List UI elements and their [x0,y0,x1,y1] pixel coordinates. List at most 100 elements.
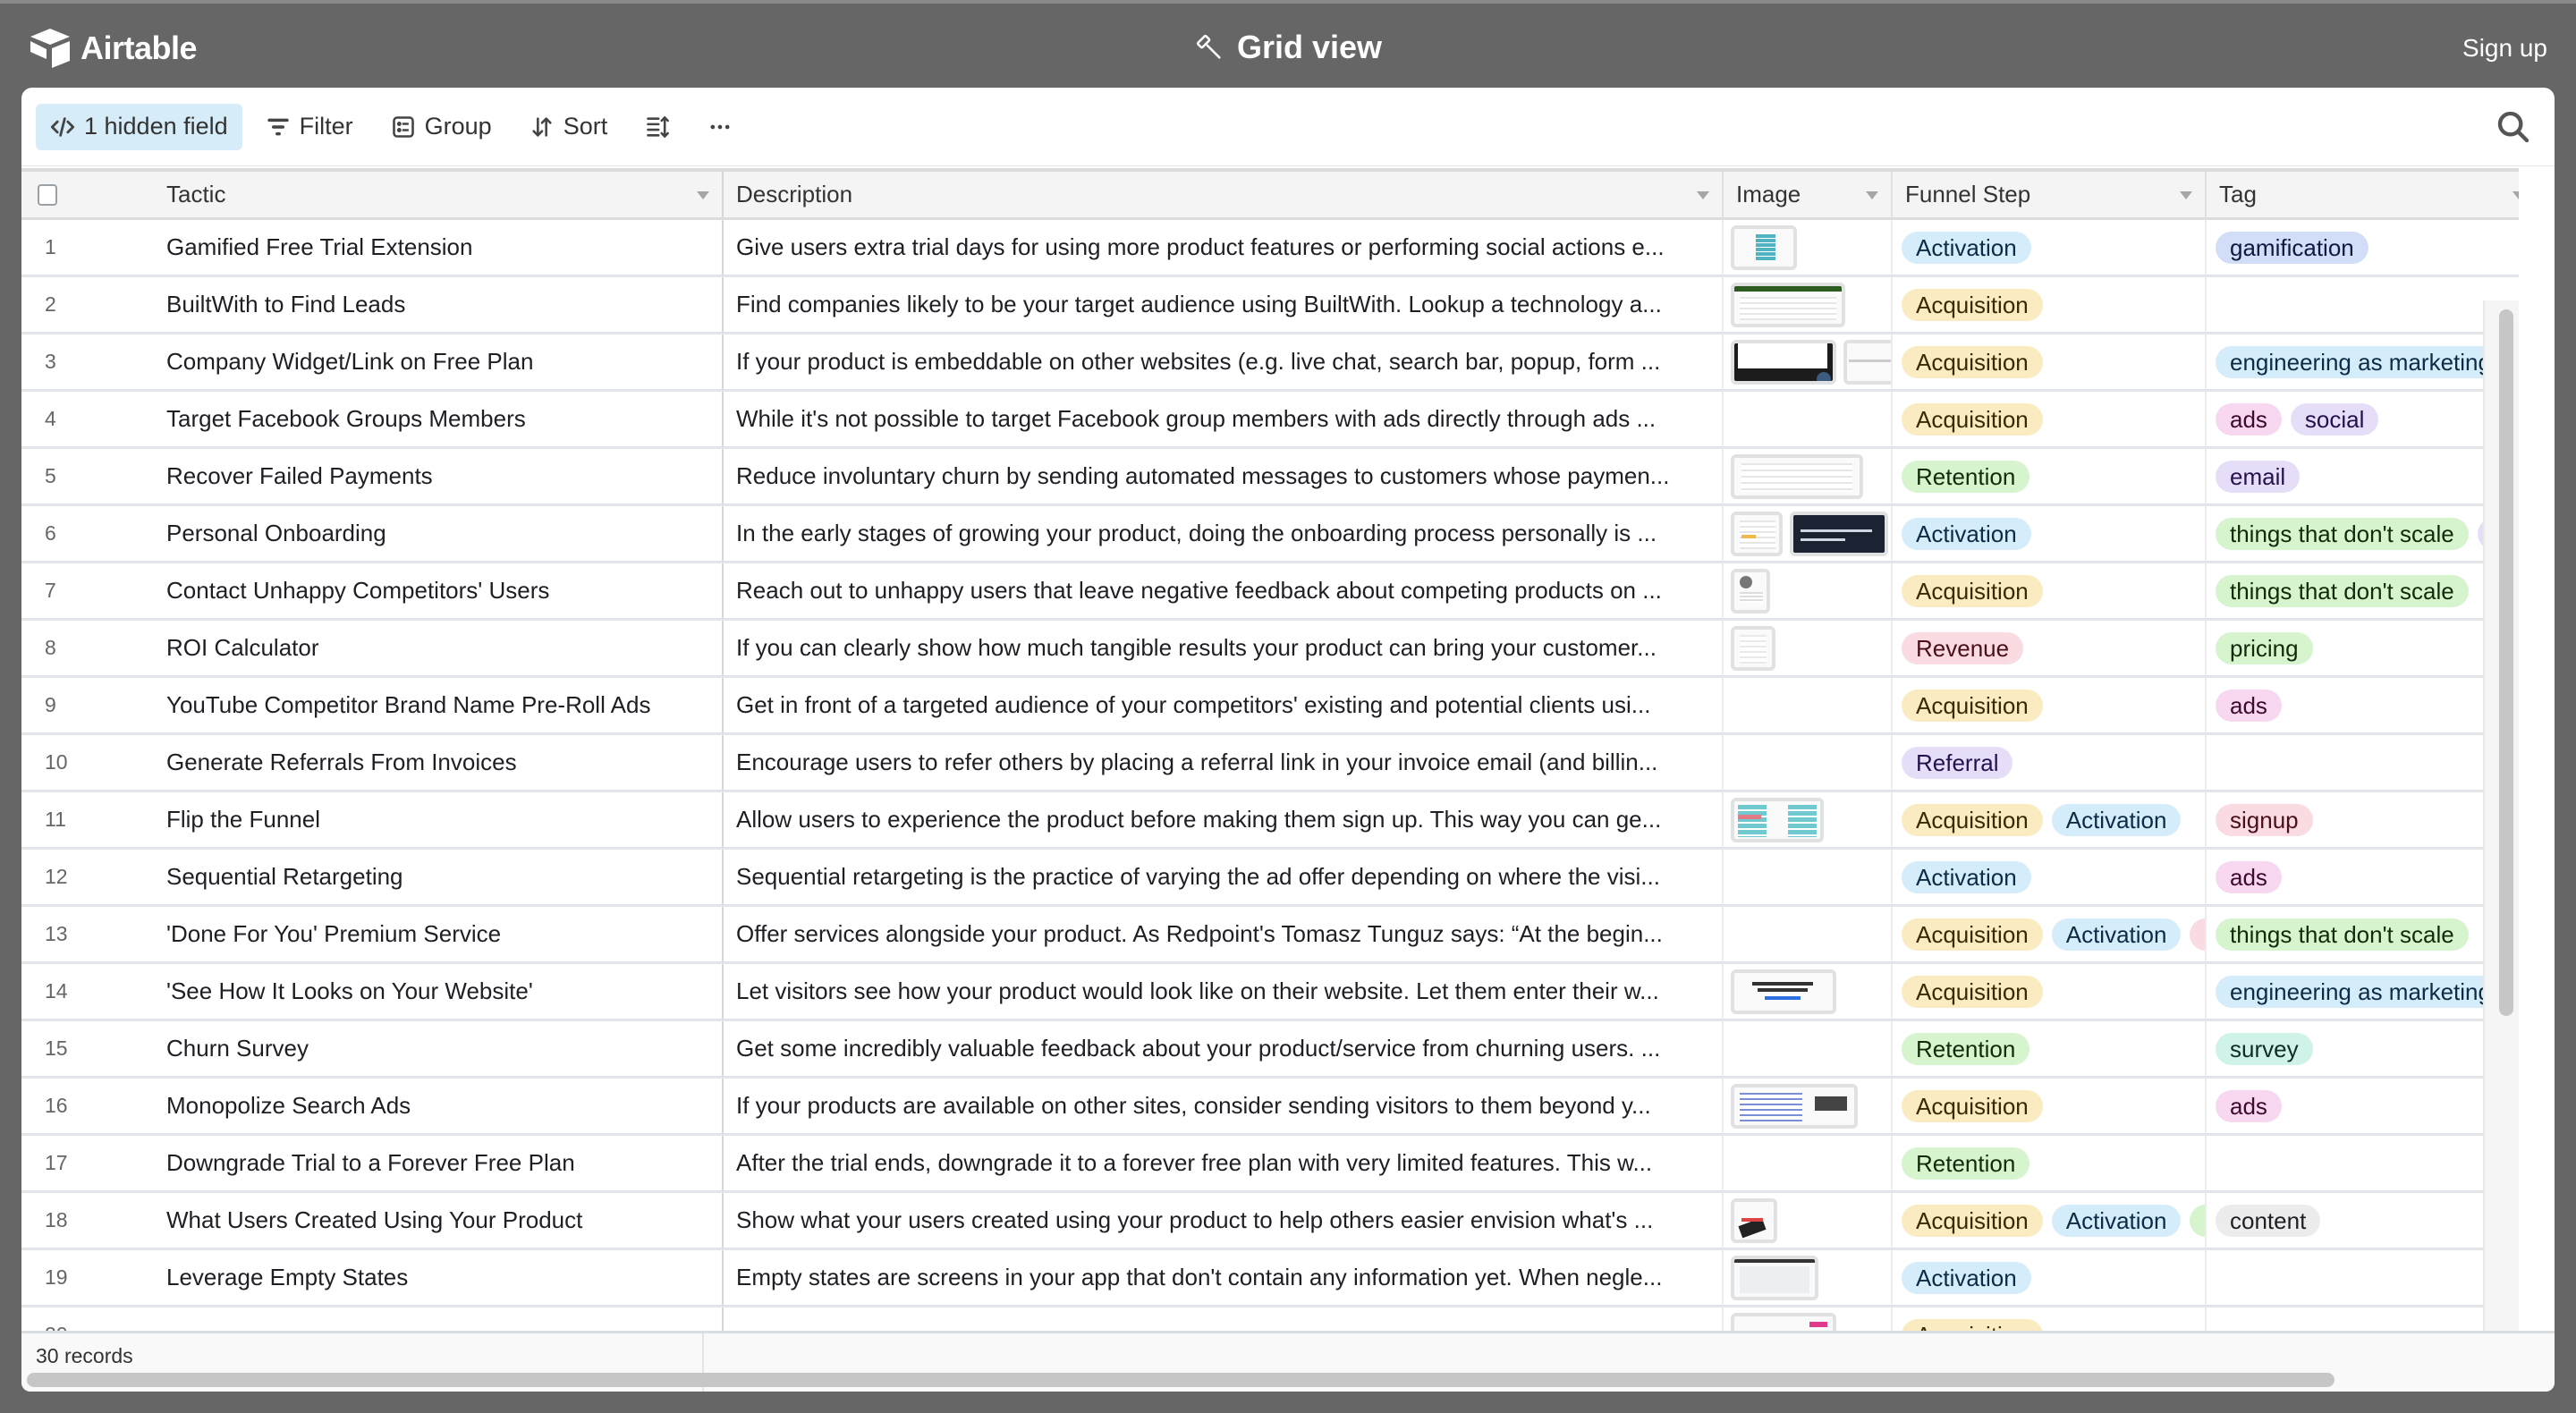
sign-up-link[interactable]: Sign up [2462,34,2547,63]
image-cell[interactable] [1724,506,1893,561]
tag-cell[interactable]: engineering as marketing [2207,334,2519,389]
tag-cell[interactable] [2207,1250,2519,1305]
image-cell[interactable] [1724,449,1893,503]
tag-cell[interactable]: ads social [2207,392,2519,446]
funnel-step-chip[interactable]: Retention [1902,460,2030,493]
tag-chip[interactable]: email [2216,460,2301,493]
funnel-step-cell[interactable]: Revenue [1893,621,2207,675]
tag-cell[interactable]: survey [2207,1021,2519,1076]
funnel-step-chip[interactable]: Activation [1902,860,2031,893]
tag-cell[interactable]: content [2207,1193,2519,1248]
funnel-step-chip[interactable]: Acquisition [1902,574,2043,607]
tag-cell[interactable]: ads [2207,678,2519,732]
image-thumbnail[interactable] [1731,568,1770,613]
description-cell[interactable]: If your product is embeddable on other w… [724,334,1724,389]
funnel-step-chip[interactable]: Acquisition [1902,689,2043,722]
column-header-image[interactable]: Image [1724,172,1893,217]
image-cell[interactable] [1724,563,1893,618]
description-cell[interactable]: Show what your users created using your … [724,1193,1724,1248]
image-thumbnail[interactable] [1790,511,1888,556]
funnel-step-cell[interactable]: Acquisition [1893,563,2207,618]
image-thumbnail[interactable] [1731,224,1797,270]
description-cell[interactable]: In the early stages of growing your prod… [724,506,1724,561]
tag-cell[interactable]: things that don't scale [2207,907,2519,961]
tag-cell[interactable]: gamification [2207,220,2519,275]
table-row[interactable]: 10 Generate Referrals From Invoices Encour… [21,735,2519,792]
table-row[interactable]: 19 Leverage Empty States Empty states are … [21,1250,2519,1307]
search-icon[interactable] [2496,109,2531,145]
image-thumbnail[interactable] [1731,1255,1818,1300]
tag-cell[interactable] [2207,1307,2519,1331]
tactic-cell[interactable]: Downgrade Trial to a Forever Free Plan [143,1136,724,1190]
funnel-step-chip[interactable]: Acquisition [1902,975,2043,1008]
tactic-cell[interactable]: Leverage Empty States [143,1250,724,1305]
tactic-cell[interactable]: Recover Failed Payments [143,449,724,503]
tag-cell[interactable]: ads [2207,1079,2519,1133]
image-cell[interactable] [1724,1136,1893,1190]
image-thumbnail[interactable] [1731,969,1836,1014]
description-cell[interactable]: Empty states are screens in your app tha… [724,1250,1724,1305]
tag-cell[interactable]: ads [2207,850,2519,904]
image-cell[interactable] [1724,277,1893,332]
funnel-step-chip[interactable]: Acquisition [1902,803,2043,836]
description-cell[interactable]: Allow users to experience the product be… [724,792,1724,847]
tag-chip[interactable]: engineering as marketing [2216,345,2505,378]
table-row[interactable]: 16 Monopolize Search Ads If your products … [21,1079,2519,1136]
image-thumbnail[interactable] [1731,282,1845,327]
tactic-cell[interactable]: Flip the Funnel [143,792,724,847]
description-cell[interactable]: After the trial ends, downgrade it to a … [724,1136,1724,1190]
description-cell[interactable]: Give users extra trial days for using mo… [724,220,1724,275]
tag-cell[interactable]: email [2207,449,2519,503]
funnel-step-chip[interactable]: Referral [1902,746,2013,779]
vertical-scrollbar[interactable] [2499,309,2513,1016]
tag-chip[interactable]: ads [2216,402,2282,436]
funnel-step-cell[interactable]: Acquisition [1893,964,2207,1019]
table-row[interactable]: 9 YouTube Competitor Brand Name Pre-Roll … [21,678,2519,735]
table-row[interactable]: 18 What Users Created Using Your Product S… [21,1193,2519,1250]
funnel-step-chip[interactable]: Acquisition [1902,918,2043,951]
table-row[interactable]: 13 'Done For You' Premium Service Offer se… [21,907,2519,964]
image-cell[interactable] [1724,678,1893,732]
funnel-step-chip[interactable]: Activation [2051,1204,2182,1237]
table-row[interactable]: 20 Acquisition [21,1307,2519,1331]
chevron-down-icon[interactable] [1697,191,1709,199]
image-thumbnail[interactable] [1731,625,1775,671]
chevron-down-icon[interactable] [2180,191,2192,199]
tag-chip[interactable]: signup [2216,803,2313,836]
funnel-step-chip[interactable]: Revenue [1902,631,2024,664]
image-thumbnail[interactable] [1843,339,1891,385]
tactic-cell[interactable]: Sequential Retargeting [143,850,724,904]
more-options-button[interactable] [693,104,747,150]
funnel-step-cell[interactable]: Acquisition Activation [1893,792,2207,847]
image-cell[interactable] [1724,1250,1893,1305]
tag-cell[interactable]: things that don't scale [2207,563,2519,618]
tag-chip[interactable]: things that don't scale [2216,918,2469,951]
column-header-funnel-step[interactable]: Funnel Step [1893,172,2207,217]
chevron-down-icon[interactable] [1866,191,1878,199]
tag-chip[interactable]: engineering as marketing [2216,975,2505,1008]
column-header-description[interactable]: Description [724,172,1724,217]
image-thumbnail[interactable] [1731,1312,1836,1331]
tactic-cell[interactable]: Generate Referrals From Invoices [143,735,724,790]
table-row[interactable]: 4 Target Facebook Groups Members While it'… [21,392,2519,449]
tactic-cell[interactable]: What Users Created Using Your Product [143,1193,724,1248]
description-cell[interactable]: Find companies likely to be your target … [724,277,1724,332]
column-header-tactic[interactable]: Tactic [143,172,724,217]
tag-chip[interactable]: things that don't scale [2216,517,2469,550]
funnel-step-cell[interactable]: Activation [1893,506,2207,561]
tag-cell[interactable]: engineering as marketing [2207,964,2519,1019]
funnel-step-chip[interactable]: Activation [1902,1261,2031,1294]
table-row[interactable]: 15 Churn Survey Get some incredibly valuab… [21,1021,2519,1079]
funnel-step-cell[interactable]: Retention [1893,449,2207,503]
image-cell[interactable] [1724,1193,1893,1248]
tactic-cell[interactable]: ROI Calculator [143,621,724,675]
chevron-down-icon[interactable] [697,191,709,199]
funnel-step-cell[interactable]: Activation [1893,1250,2207,1305]
tactic-cell[interactable]: 'See How It Looks on Your Website' [143,964,724,1019]
funnel-step-cell[interactable]: Retention [1893,1021,2207,1076]
tag-chip[interactable]: pricing [2216,631,2313,664]
tactic-cell[interactable]: BuiltWith to Find Leads [143,277,724,332]
tactic-cell[interactable] [143,1307,724,1331]
funnel-step-cell[interactable]: AcquisitionActivation Revenue [1893,907,2207,961]
funnel-step-chip[interactable]: Activation [1902,231,2031,264]
